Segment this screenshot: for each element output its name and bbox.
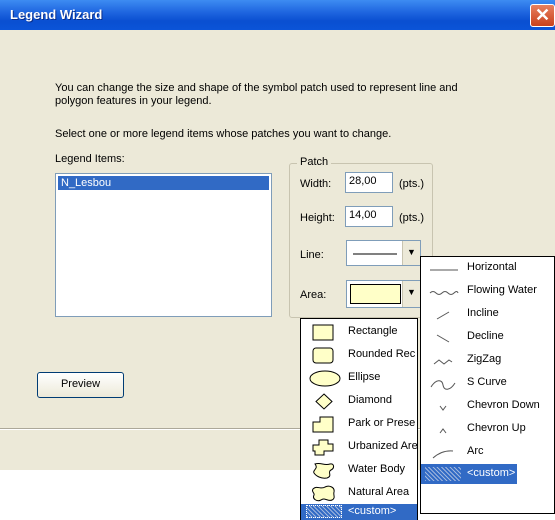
custom-pattern-icon xyxy=(306,505,342,518)
park-icon xyxy=(312,416,334,433)
line-option-flowing-water[interactable]: Flowing Water xyxy=(421,281,554,304)
preview-button[interactable]: Preview xyxy=(37,372,124,398)
natural-area-icon xyxy=(311,485,335,502)
line-option-s-curve[interactable]: S Curve xyxy=(421,373,554,396)
urbanized-area-icon xyxy=(312,439,334,456)
chevron-down-icon: ▼ xyxy=(407,287,416,297)
line-option-decline[interactable]: Decline xyxy=(421,327,554,350)
option-label: Park or Prese xyxy=(348,417,416,429)
area-option-rounded-rectangle[interactable]: Rounded Rec xyxy=(301,344,417,367)
option-label: Decline xyxy=(467,330,504,342)
line-option-arc[interactable]: Arc xyxy=(421,442,554,465)
line-option-custom[interactable]: <custom> xyxy=(421,464,517,484)
option-label: Flowing Water xyxy=(467,284,537,296)
chevron-down-icon xyxy=(439,405,447,411)
rectangle-icon xyxy=(312,324,334,341)
chevron-down-icon: ▼ xyxy=(407,247,416,257)
decline-icon xyxy=(436,334,450,343)
width-label: Width: xyxy=(300,178,332,190)
window-title: Legend Wizard xyxy=(10,7,103,22)
diamond-icon xyxy=(315,393,333,410)
area-patch-swatch xyxy=(350,284,401,304)
list-item[interactable]: N_Lesbou xyxy=(58,176,269,190)
line-dropdown-button[interactable]: ▼ xyxy=(402,241,420,265)
height-input[interactable]: 14,00 xyxy=(345,206,393,227)
option-label: Water Body xyxy=(348,463,406,475)
incline-icon xyxy=(436,311,450,320)
arc-icon xyxy=(432,450,454,459)
option-label: Chevron Down xyxy=(467,399,540,411)
area-option-water-body[interactable]: Water Body xyxy=(301,459,417,482)
height-unit: (pts.) xyxy=(399,212,425,224)
area-option-rectangle[interactable]: Rectangle xyxy=(301,321,417,344)
area-combo[interactable]: ▼ xyxy=(346,280,421,308)
line-patch-swatch xyxy=(353,253,397,255)
option-label: Incline xyxy=(467,307,499,319)
rounded-rectangle-icon xyxy=(312,347,334,364)
title-bar: Legend Wizard ✕ xyxy=(0,0,555,30)
width-unit: (pts.) xyxy=(399,178,425,190)
option-label: Horizontal xyxy=(467,261,517,273)
line-option-chevron-down[interactable]: Chevron Down xyxy=(421,396,554,419)
close-button[interactable]: ✕ xyxy=(530,4,555,27)
option-label: Chevron Up xyxy=(467,422,526,434)
option-label: Rectangle xyxy=(348,325,398,337)
option-label: S Curve xyxy=(467,376,507,388)
line-option-zigzag[interactable]: ZigZag xyxy=(421,350,554,373)
option-label: <custom> xyxy=(467,467,516,479)
option-label: ZigZag xyxy=(467,353,502,365)
line-label: Line: xyxy=(300,249,324,261)
area-option-urbanized[interactable]: Urbanized Are xyxy=(301,436,418,459)
line-combo[interactable]: ▼ xyxy=(346,240,421,266)
close-icon: ✕ xyxy=(534,5,551,25)
s-curve-icon xyxy=(430,380,456,390)
area-option-park[interactable]: Park or Prese xyxy=(301,413,417,436)
option-label: Urbanized Are xyxy=(348,440,418,452)
description-text: You can change the size and shape of the… xyxy=(55,82,458,107)
legend-items-label: Legend Items: xyxy=(55,153,125,165)
option-label: Diamond xyxy=(348,394,393,406)
option-label: Ellipse xyxy=(348,371,381,383)
area-option-diamond[interactable]: Diamond xyxy=(301,390,417,413)
area-dropdown-button[interactable]: ▼ xyxy=(402,281,420,307)
area-label: Area: xyxy=(300,289,327,301)
custom-pattern-icon xyxy=(425,467,461,481)
area-option-ellipse[interactable]: Ellipse xyxy=(301,367,417,390)
option-label: Natural Area xyxy=(348,486,410,498)
flowing-water-icon xyxy=(429,291,459,295)
area-option-natural-area[interactable]: Natural Area xyxy=(301,482,417,505)
line-option-incline[interactable]: Incline xyxy=(421,304,554,327)
water-body-icon xyxy=(313,462,334,479)
zigzag-icon xyxy=(433,359,453,365)
horizontal-line-icon xyxy=(430,269,458,271)
line-option-chevron-up[interactable]: Chevron Up xyxy=(421,419,554,442)
line-dropdown-list[interactable]: Horizontal Flowing Water Incline Decline… xyxy=(420,256,555,514)
instruction-text: Select one or more legend items whose pa… xyxy=(55,128,392,140)
width-input[interactable]: 28,00 xyxy=(345,172,393,193)
ellipse-icon xyxy=(309,370,341,387)
height-label: Height: xyxy=(300,212,335,224)
option-label: <custom> xyxy=(348,505,397,517)
area-option-custom[interactable]: <custom> xyxy=(301,504,417,520)
legend-items-list[interactable]: N_Lesbou xyxy=(55,173,272,317)
patch-group-label: Patch xyxy=(297,156,332,168)
option-label: Arc xyxy=(467,445,484,457)
chevron-up-icon xyxy=(439,428,447,434)
option-label: Rounded Rec xyxy=(348,348,416,360)
area-dropdown-list[interactable]: Rectangle Rounded Rec Ellipse Diamond Pa… xyxy=(300,318,418,520)
line-option-horizontal[interactable]: Horizontal xyxy=(421,258,554,281)
